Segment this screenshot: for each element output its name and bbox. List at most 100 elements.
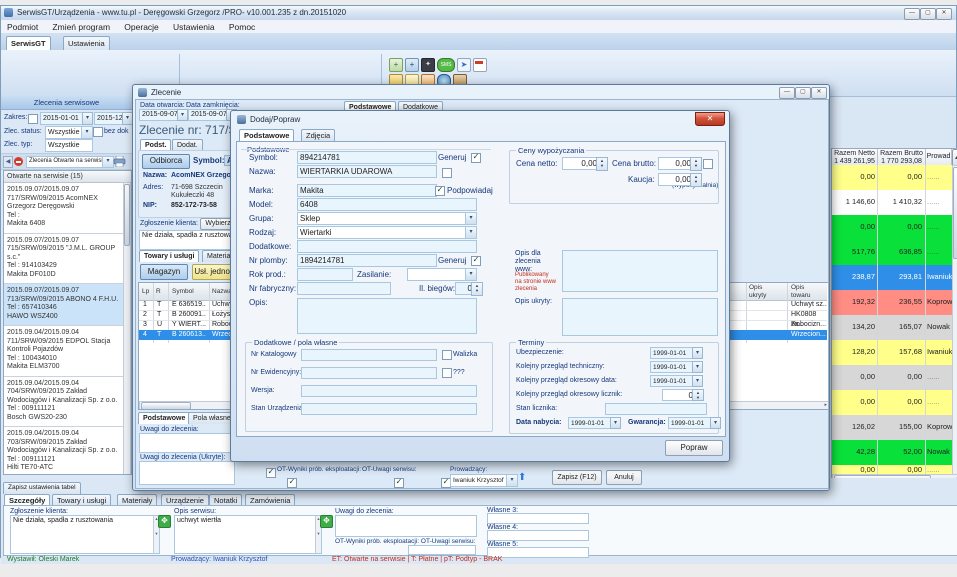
grid-row[interactable]: 0,000,00...... — [832, 165, 952, 191]
nazwa-field[interactable]: WIERTARKIA UDAROWA — [297, 165, 437, 178]
uwagi-do-zlecenia-textarea[interactable] — [335, 515, 477, 537]
qqq-checkbox[interactable] — [442, 368, 452, 378]
expand-opis-icon[interactable]: ✥ — [320, 515, 333, 528]
ot-wyniki-checkbox[interactable] — [287, 478, 297, 488]
wlasne3-field[interactable] — [487, 513, 589, 524]
stan-urzadzenia-field[interactable] — [301, 403, 477, 415]
prowadzacy-dropdown[interactable]: Iwaniuk Krzysztof▾ — [450, 474, 518, 487]
col-r[interactable]: R — [156, 288, 161, 296]
status-dropdown[interactable]: Wszystkie▾ — [45, 126, 93, 139]
typ-dropdown[interactable]: Wszystkie — [45, 139, 93, 152]
cena-netto-field[interactable]: 0,00 — [562, 157, 600, 170]
ot-uwagi-field[interactable] — [408, 545, 476, 555]
list-item[interactable]: 2015.09.04/2015.09.04 704/SRW/09/2015 Za… — [4, 377, 123, 428]
ot-uwagi-checkbox[interactable] — [394, 478, 404, 488]
grupa-dropdown[interactable]: Sklep▾ — [297, 212, 477, 225]
col-lp[interactable]: Lp — [142, 288, 149, 296]
grid-row[interactable]: 126,02155,00Koprow — [832, 415, 952, 441]
marka-field[interactable]: Makita — [297, 184, 437, 197]
rok-prod-field[interactable] — [297, 268, 353, 281]
col-opis-towaru[interactable]: Opis towaru — [791, 284, 821, 300]
list-item[interactable]: 2015.09.07/2015.09.07 717/SRW/09/2015 Ac… — [4, 183, 123, 234]
tab-towary-i-uslugi[interactable]: Towary i usługi — [139, 250, 199, 262]
bez-dok-checkbox[interactable] — [93, 127, 103, 137]
odbiorca-button[interactable]: Odbiorca — [142, 154, 190, 169]
wlasne4-field[interactable] — [487, 530, 589, 541]
zgloszenie-klienta-textarea[interactable]: Nie działa, spadła z rusztowania ▲▼ — [10, 515, 160, 554]
minimize-button[interactable]: — — [904, 8, 920, 20]
grid-row[interactable]: 0,000,00...... — [832, 390, 952, 416]
ubezpieczenie-field[interactable]: 1999-01-01 — [650, 347, 696, 359]
data-nabycia-picker-icon[interactable]: ▾ — [610, 417, 621, 429]
nr-katalogowy-field[interactable] — [301, 349, 437, 361]
kaucja-field[interactable]: 0,00 — [658, 173, 694, 186]
rodzaj-dropdown-arrow[interactable]: ▾ — [465, 227, 476, 238]
data-nabycia-field[interactable]: 1999-01-01 — [568, 417, 614, 429]
dialog-tab-zdjecia[interactable]: Zdjęcia — [301, 129, 335, 141]
grid-row-selected[interactable]: 238,87293,81Iwaniuk — [832, 265, 952, 291]
opis-ukryty-textarea[interactable] — [562, 298, 718, 336]
card-icon[interactable] — [473, 58, 487, 72]
prowadzacy-dropdown-arrow[interactable]: ▾ — [506, 475, 517, 486]
orders-list-scrollbar[interactable] — [123, 182, 131, 475]
zlecenie-titlebar[interactable]: Zlecenie — ▢ ✕ — [135, 86, 827, 99]
zakres-checkbox[interactable] — [28, 114, 38, 124]
grid-vscrollbar[interactable] — [952, 165, 957, 476]
sms-icon[interactable]: SMS — [437, 58, 455, 72]
dialog-tab-podstawowe[interactable]: Podstawowe — [239, 129, 294, 141]
il-biegow-spinner[interactable]: ▲▼ — [471, 282, 483, 296]
order-copy-icon[interactable]: + — [405, 58, 419, 72]
grid-row[interactable]: 0,000,00...... — [832, 465, 952, 474]
aktywny-checkbox[interactable] — [703, 159, 713, 169]
dodatkowe-field[interactable] — [297, 240, 477, 253]
kpo-picker-icon[interactable]: ▾ — [692, 375, 703, 387]
cena-brutto-field[interactable]: 0,00 — [658, 157, 694, 170]
expand-zgloszenie-icon[interactable]: ✥ — [158, 515, 171, 528]
view-dropdown-arrow[interactable]: ▾ — [102, 157, 113, 167]
col-symbol[interactable]: Symbol — [172, 288, 194, 296]
gwarancja-field[interactable]: 1999-01-01 — [668, 417, 714, 429]
nr-fabryczny-field[interactable] — [297, 282, 391, 295]
zlecenie-maximize-button[interactable]: ▢ — [795, 87, 811, 99]
kpt-picker-icon[interactable]: ▾ — [692, 361, 703, 373]
generuj2-checkbox[interactable] — [471, 256, 481, 266]
nr-plomby-field[interactable]: 1894214781 — [297, 254, 437, 267]
pin-icon[interactable]: ✦ — [421, 58, 435, 72]
menu-operacje[interactable]: Operacje — [118, 20, 165, 34]
zlecenie-close-button[interactable]: ✕ — [811, 87, 827, 99]
zapisz-button[interactable]: Zapisz (F12) — [552, 470, 602, 485]
tab-serwisgt[interactable]: SerwisGT — [6, 36, 51, 51]
opis-textarea[interactable] — [297, 298, 477, 334]
date-from-picker-icon[interactable]: ▾ — [82, 112, 93, 125]
podpowiadaj-checkbox[interactable] — [435, 186, 445, 196]
grid-row[interactable]: 42,2852,00Nowak — [832, 440, 952, 466]
list-item[interactable]: 2015.09.04/2015.09.04 703/SRW/09/2015 Za… — [4, 427, 123, 475]
list-item-selected[interactable]: 2015.09.07/2015.09.07 713/SRW/09/2015 AB… — [4, 284, 123, 326]
kaucja-spinner[interactable]: ▲▼ — [690, 173, 702, 187]
anuluj-button[interactable]: Anuluj — [606, 470, 642, 485]
grid-row[interactable]: 0,000,00...... — [832, 215, 952, 241]
opis-www-textarea[interactable] — [562, 250, 718, 292]
uwagi-textarea[interactable] — [139, 433, 235, 453]
col-nazwa[interactable]: Nazwa — [212, 288, 232, 296]
grupa-dropdown-arrow[interactable]: ▾ — [465, 213, 476, 224]
gwarancja-picker-icon[interactable]: ▾ — [710, 417, 721, 429]
order-add-icon[interactable]: + — [389, 58, 403, 72]
symbol-field[interactable]: 894214781 — [297, 151, 437, 164]
promote-icon[interactable]: ⬆ — [518, 472, 526, 483]
cena-netto-spinner[interactable]: ▲▼ — [596, 157, 608, 171]
list-item[interactable]: 2015.09.04/2015.09.04 711/SRW/09/2015 ED… — [4, 326, 123, 377]
menu-pomoc[interactable]: Pomoc — [223, 20, 261, 34]
kpo-field[interactable]: 1999-01-01 — [650, 375, 696, 387]
zlecenie-minimize-button[interactable]: — — [779, 87, 795, 99]
uwagi-ukryte-textarea[interactable] — [139, 461, 235, 485]
menu-ustawienia[interactable]: Ustawienia — [167, 20, 221, 34]
checkbox[interactable] — [266, 468, 276, 478]
col-opis-ukryty[interactable]: Opis ukryty — [749, 284, 777, 300]
scroll-right-icon[interactable]: ▸ — [824, 402, 827, 409]
dialog-close-button[interactable]: ✕ — [695, 112, 725, 126]
tab-ustawienia[interactable]: Ustawienia — [63, 36, 110, 51]
zasilanie-dropdown[interactable]: ▾ — [407, 268, 477, 281]
menu-podmiot[interactable]: Podmiot — [1, 20, 44, 34]
opis-serwisu-textarea[interactable]: uchwyt wiertła ▲▼ — [174, 515, 322, 554]
